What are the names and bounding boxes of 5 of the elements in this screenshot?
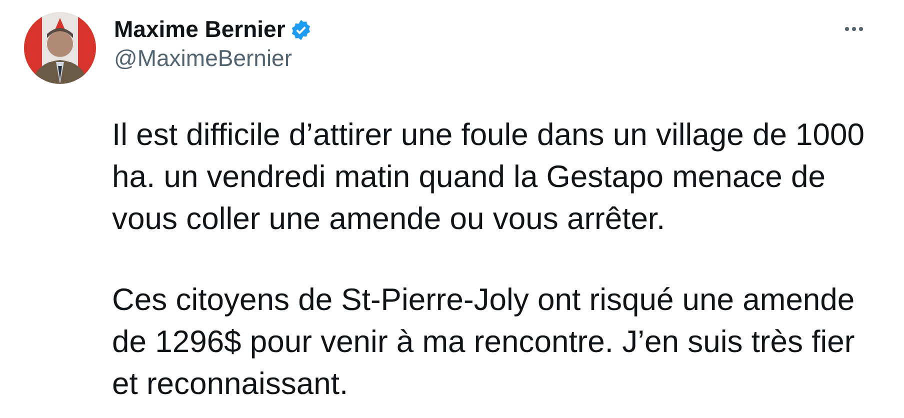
tweet-paragraph: Il est difficile d’attirer une foule dans un village de 1000 ha. un vendredi matin quand la Gestapo menace de vous coller une amende ou vous arrêter. (112, 116, 866, 238)
author-handle[interactable]: @MaximeBernier (114, 45, 312, 72)
tweet-paragraph: Ces citoyens de St-Pierre-Joly ont risqué une amende de 1296$ pour venir à ma rencontre. J’en suis très fier et reconnaissant. (112, 281, 856, 403)
more-options-icon[interactable] (844, 26, 864, 32)
author-name[interactable]: Maxime Bernier (114, 16, 286, 43)
